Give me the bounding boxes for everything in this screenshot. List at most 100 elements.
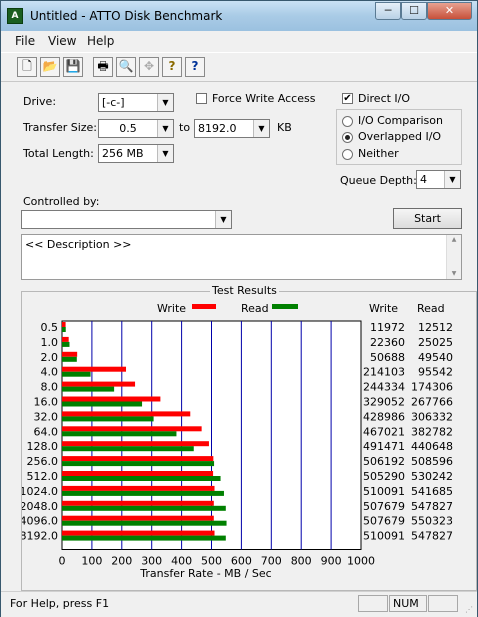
io-comparison-radio[interactable]: [342, 116, 353, 127]
window-title: Untitled - ATTO Disk Benchmark: [30, 9, 223, 23]
transfer-size-to-value: 8192.0: [198, 122, 237, 135]
direct-io-label[interactable]: Direct I/O: [358, 92, 410, 105]
queue-depth-select[interactable]: 4 ▼: [416, 170, 461, 189]
y-tick-label: 0.5: [41, 321, 59, 334]
status-num-indicator: NUM: [389, 595, 427, 612]
chevron-down-icon[interactable]: ▼: [157, 145, 173, 162]
legend-write-label: Write: [157, 302, 186, 315]
write-column-header: Write: [369, 302, 398, 315]
overlapped-io-radio[interactable]: [342, 132, 353, 143]
total-length-value: 256 MB: [102, 147, 144, 160]
write-value: 22360: [370, 336, 405, 349]
total-length-select[interactable]: 256 MB ▼: [98, 144, 174, 163]
start-button[interactable]: Start: [393, 208, 462, 229]
print-icon[interactable]: 🖶: [93, 57, 113, 77]
legend-write-swatch: [192, 304, 216, 309]
write-value: 11972: [370, 321, 405, 334]
read-bar: [62, 371, 91, 377]
y-tick-label: 4.0: [41, 366, 59, 379]
description-scrollbar[interactable]: ▲ ▼: [446, 235, 461, 279]
atto-app-icon: A: [7, 8, 23, 24]
description-box[interactable]: << Description >> ▲ ▼: [21, 234, 462, 280]
y-tick-label: 4096.0: [22, 515, 58, 528]
description-text[interactable]: << Description >>: [25, 238, 132, 251]
open-folder-icon[interactable]: 📂: [40, 57, 60, 77]
resize-grip-icon[interactable]: ⋰: [465, 605, 475, 615]
drive-value: [-c-]: [102, 96, 125, 109]
write-value: 507679: [363, 515, 405, 528]
transfer-size-from-select[interactable]: 0.5 ▼: [98, 119, 174, 138]
write-bar: [62, 530, 215, 536]
save-icon[interactable]: 💾: [63, 57, 83, 77]
read-value: 49540: [418, 351, 453, 364]
neither-radio[interactable]: [342, 149, 353, 160]
write-bar: [62, 441, 209, 447]
x-tick-label: 900: [321, 555, 342, 568]
read-bar: [62, 520, 227, 526]
read-bar: [62, 490, 224, 496]
transfer-size-to-select[interactable]: 8192.0 ▼: [194, 119, 270, 138]
force-write-label[interactable]: Force Write Access: [212, 92, 315, 105]
y-tick-label: 512.0: [27, 470, 59, 483]
read-bar: [62, 476, 221, 481]
x-tick-label: 1000: [347, 555, 375, 568]
chevron-down-icon[interactable]: ▼: [157, 120, 173, 137]
write-bar: [62, 426, 202, 432]
chevron-down-icon[interactable]: ▼: [215, 211, 231, 228]
menu-file[interactable]: File: [15, 34, 35, 48]
read-value: 306332: [411, 410, 453, 423]
write-value: 329052: [363, 396, 405, 409]
queue-depth-label: Queue Depth:: [340, 174, 417, 187]
x-tick-label: 100: [81, 555, 102, 568]
read-value: 550323: [411, 515, 453, 528]
scroll-down-icon[interactable]: ▼: [447, 269, 461, 279]
x-axis-title: Transfer Rate - MB / Sec: [139, 567, 271, 580]
chevron-down-icon[interactable]: ▼: [157, 94, 173, 111]
menu-view[interactable]: View: [48, 34, 76, 48]
minimize-button[interactable]: ─: [375, 2, 401, 20]
close-button[interactable]: ✕: [427, 2, 472, 20]
scroll-up-icon[interactable]: ▲: [447, 235, 461, 245]
write-bar: [62, 396, 161, 402]
neither-label[interactable]: Neither: [358, 147, 399, 160]
context-help-icon[interactable]: ?: [185, 57, 205, 77]
y-tick-label: 8.0: [41, 381, 59, 394]
read-value: 547827: [411, 530, 453, 543]
controlled-by-select[interactable]: ▼: [21, 210, 232, 229]
help-icon[interactable]: ?: [162, 57, 182, 77]
transfer-size-from-value: 0.5: [119, 122, 137, 135]
transfer-size-label: Transfer Size:: [23, 121, 98, 134]
overlapped-io-label[interactable]: Overlapped I/O: [358, 130, 441, 143]
write-bar: [62, 336, 69, 342]
read-bar: [62, 416, 154, 422]
write-bar: [62, 456, 214, 462]
io-comparison-label[interactable]: I/O Comparison: [358, 114, 443, 127]
test-results-panel: Test Results Write Read Write Read 0 100 2…: [21, 284, 477, 591]
x-tick-label: 300: [141, 555, 162, 568]
drive-select[interactable]: [-c-] ▼: [98, 93, 174, 112]
y-tick-label: 1.0: [41, 336, 59, 349]
new-file-icon[interactable]: 🗋: [17, 57, 37, 77]
y-tick-label: 1024.0: [22, 485, 58, 498]
y-tick-label: 16.0: [34, 396, 59, 409]
chevron-down-icon[interactable]: ▼: [253, 120, 269, 137]
status-pane-empty-2: [428, 595, 458, 612]
y-tick-label: 8192.0: [22, 530, 58, 543]
x-tick-label: 400: [171, 555, 192, 568]
read-value: 174306: [411, 381, 453, 394]
chevron-down-icon[interactable]: ▼: [444, 171, 460, 188]
force-write-checkbox[interactable]: [196, 93, 207, 104]
legend-read-swatch: [272, 304, 298, 309]
direct-io-checkbox[interactable]: ✔: [342, 93, 353, 104]
title-bar[interactable]: A Untitled - ATTO Disk Benchmark ─ ☐ ✕: [1, 1, 477, 31]
print-preview-icon[interactable]: 🔍: [116, 57, 136, 77]
maximize-button[interactable]: ☐: [401, 2, 427, 20]
read-value: 12512: [418, 321, 453, 334]
write-bar: [62, 485, 215, 491]
read-column-header: Read: [417, 302, 445, 315]
x-tick-label: 0: [59, 555, 66, 568]
read-value: 95542: [418, 366, 453, 379]
y-tick-label: 32.0: [34, 410, 59, 423]
move-icon[interactable]: ✥: [139, 57, 159, 77]
menu-help[interactable]: Help: [87, 34, 114, 48]
